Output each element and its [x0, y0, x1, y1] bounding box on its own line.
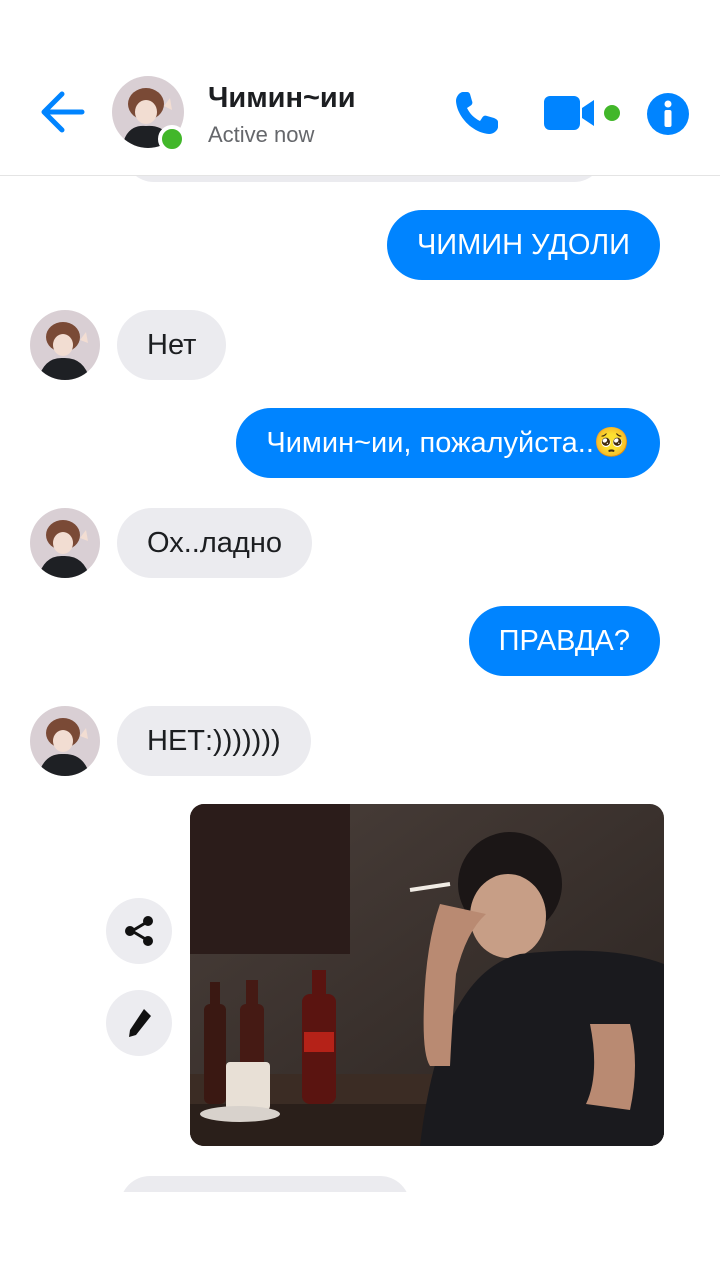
video-online-dot [604, 105, 620, 121]
incoming-message-bubble[interactable]: Ох..ладно [117, 508, 312, 578]
sender-avatar [30, 508, 100, 578]
pencil-icon [129, 1009, 151, 1037]
incoming-message-bubble[interactable]: НЕТ:))))))) [117, 706, 311, 776]
share-icon [125, 916, 153, 946]
outgoing-message-bubble[interactable]: ЧИМИН УДОЛИ [386, 210, 660, 280]
photo-message[interactable] [190, 804, 664, 1146]
share-button[interactable] [106, 898, 172, 964]
info-icon[interactable] [646, 92, 690, 136]
online-status-dot [158, 125, 186, 153]
conversation-header: Чимин~ии Active now [0, 0, 720, 176]
outgoing-message-bubble[interactable]: Чимин~ии, пожалуйста..🥺 [236, 408, 660, 478]
contact-name[interactable]: Чимин~ии [208, 82, 356, 115]
outgoing-message-bubble[interactable]: ПРАВДА? [468, 606, 660, 676]
sender-avatar [30, 310, 100, 380]
phone-icon[interactable] [448, 86, 504, 142]
active-status: Active now [208, 122, 315, 147]
sender-avatar [30, 706, 100, 776]
video-camera-icon[interactable] [544, 94, 600, 134]
message-composer [0, 1192, 720, 1280]
back-arrow-icon[interactable] [36, 88, 88, 136]
incoming-message-bubble[interactable]: Нет [117, 310, 227, 380]
edit-button[interactable] [106, 990, 172, 1056]
